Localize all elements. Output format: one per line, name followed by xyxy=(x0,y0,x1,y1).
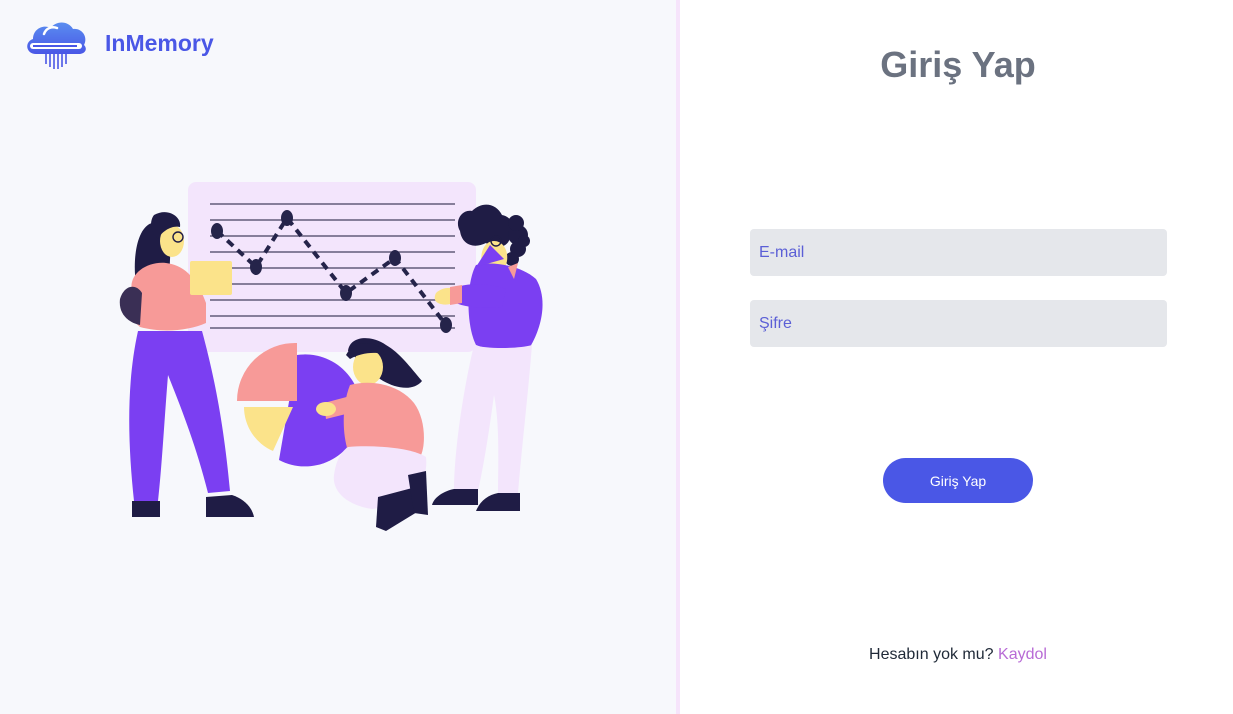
password-field[interactable] xyxy=(750,300,1167,347)
cloud-memory-icon xyxy=(27,22,86,69)
signup-link[interactable]: Kaydol xyxy=(998,646,1047,663)
email-field[interactable] xyxy=(750,229,1167,276)
left-panel: InMemory xyxy=(0,0,676,714)
login-button[interactable]: Giriş Yap xyxy=(883,458,1033,503)
login-panel: Giriş Yap Giriş Yap Hesabın yok mu? Kayd… xyxy=(680,0,1233,714)
brand-name: InMemory xyxy=(105,29,214,56)
signup-prompt-line: Hesabın yok mu? Kaydol xyxy=(680,646,1233,664)
signup-prompt: Hesabın yok mu? xyxy=(869,646,994,663)
brand-logo[interactable]: InMemory xyxy=(22,20,214,72)
team-data-analysis-illustration xyxy=(119,182,543,531)
page-title: Giriş Yap xyxy=(880,44,1036,85)
